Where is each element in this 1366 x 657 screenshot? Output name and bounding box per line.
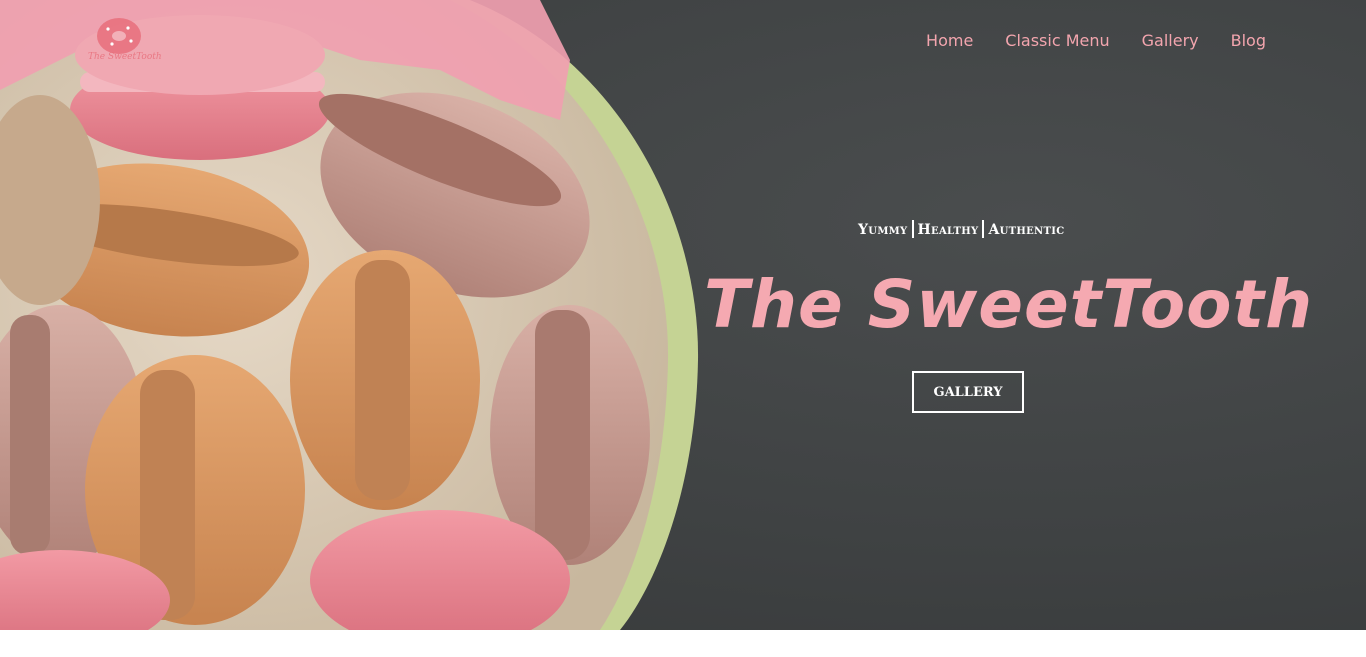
- macarons-bowl-image: [0, 0, 699, 630]
- tagline-yummy: Yummy: [858, 222, 908, 238]
- hero-section: The SweetTooth Home Classic Menu Gallery…: [0, 0, 1366, 630]
- hero-tagline: Yummy Healthy Authentic: [858, 220, 1064, 238]
- nav-blog[interactable]: Blog: [1231, 31, 1266, 50]
- nav-home[interactable]: Home: [926, 31, 973, 50]
- hero-title: The SweetTooth: [704, 266, 1314, 343]
- tagline-authentic: Authentic: [988, 222, 1065, 238]
- tagline-divider: [911, 220, 914, 238]
- nav-classic-menu[interactable]: Classic Menu: [1005, 31, 1109, 50]
- nav-gallery[interactable]: Gallery: [1142, 31, 1199, 50]
- gallery-button[interactable]: GALLERY: [912, 371, 1024, 413]
- main-nav: Home Classic Menu Gallery Blog: [926, 31, 1266, 50]
- tagline-healthy: Healthy: [917, 222, 979, 238]
- logo-text[interactable]: The SweetTooth: [88, 52, 162, 62]
- tagline-divider: [982, 220, 985, 238]
